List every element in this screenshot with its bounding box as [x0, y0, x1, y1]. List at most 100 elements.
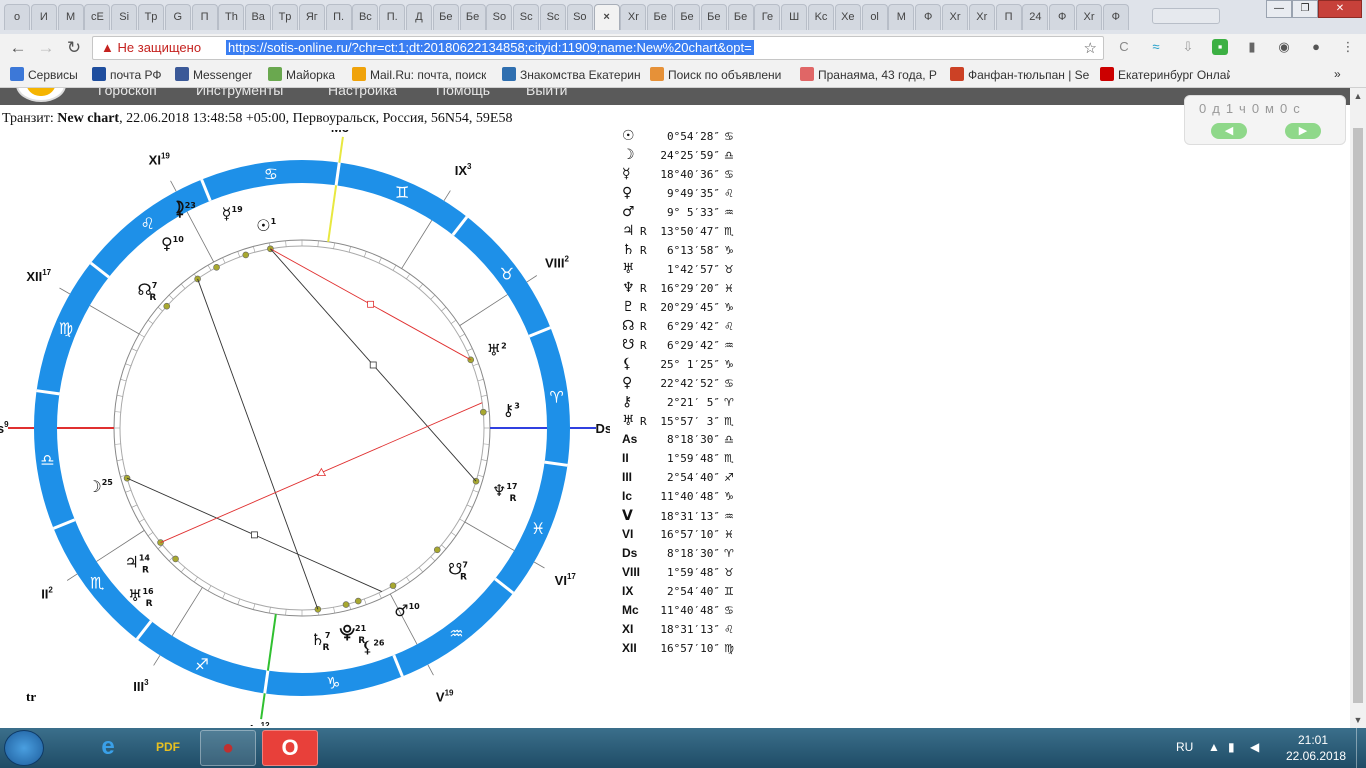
maximize-button[interactable]: ❐ — [1292, 0, 1318, 18]
back-arrow-icon[interactable]: ← — [8, 38, 28, 58]
extension-wave-icon[interactable]: ≈ — [1148, 39, 1164, 55]
tab[interactable]: Si — [111, 4, 138, 30]
menu-tools[interactable]: Инструменты — [196, 88, 283, 98]
tab[interactable]: Бе — [647, 4, 674, 30]
position-retrograde: R — [640, 301, 647, 314]
tab[interactable]: Xr — [968, 4, 995, 30]
extension-bulb-icon[interactable]: ◉ — [1276, 39, 1292, 55]
volume-icon[interactable]: ◀ — [1250, 740, 1259, 754]
bookmark-item[interactable]: Mail.Ru: почта, поиск — [352, 67, 486, 82]
bookmark-item[interactable]: Поиск по объявлени — [650, 67, 781, 82]
bookmark-item[interactable]: Знакомства Екатерин — [502, 67, 641, 82]
forward-arrow-icon[interactable]: → — [36, 38, 56, 58]
tab[interactable]: М — [57, 4, 84, 30]
tab[interactable]: So — [566, 4, 593, 30]
time-prev-button[interactable]: ◀ — [1211, 123, 1247, 139]
tab[interactable]: Бе — [674, 4, 700, 30]
menu-settings[interactable]: Настройка — [328, 88, 397, 98]
clock-date[interactable]: 22.06.2018 — [1286, 749, 1346, 763]
tab[interactable]: So — [486, 4, 513, 30]
clock-time[interactable]: 21:01 — [1298, 733, 1328, 747]
tab[interactable]: Бе — [700, 4, 727, 30]
tab[interactable]: Бе — [432, 4, 459, 30]
tab-active-close[interactable]: × — [593, 4, 620, 30]
tab[interactable]: G — [164, 4, 191, 30]
language-indicator[interactable]: RU — [1176, 740, 1193, 754]
tab[interactable]: M — [888, 4, 915, 30]
scroll-thumb[interactable] — [1353, 128, 1363, 703]
house-cusp-label: V19 — [436, 688, 454, 704]
tab[interactable]: Ш — [781, 4, 808, 30]
bookmark-item[interactable]: Екатеринбург Онлай — [1100, 67, 1230, 82]
tab[interactable]: Sc — [513, 4, 540, 30]
tab[interactable]: Бе — [727, 4, 754, 30]
tab[interactable]: Ге — [754, 4, 781, 30]
tab[interactable]: cE — [84, 4, 111, 30]
tab[interactable]: Вс — [352, 4, 379, 30]
url-text[interactable]: https://sotis-online.ru/?chr=ct:1;dt:201… — [226, 40, 754, 55]
security-indicator[interactable]: ▲ Не защищено — [101, 40, 201, 55]
scroll-up-icon[interactable]: ▲ — [1350, 88, 1366, 104]
extension-green-icon[interactable]: ▪ — [1212, 39, 1228, 55]
tab[interactable]: П — [995, 4, 1022, 30]
tab[interactable]: П. — [379, 4, 406, 30]
show-desktop-button[interactable] — [1356, 728, 1366, 768]
bookmark-item[interactable]: Майорка — [268, 67, 335, 82]
site-logo[interactable] — [16, 88, 66, 102]
tab[interactable]: Kc — [808, 4, 834, 30]
reload-icon[interactable]: ↻ — [64, 38, 84, 58]
tab[interactable]: Th — [218, 4, 245, 30]
new-tab-button[interactable] — [1152, 8, 1220, 24]
bookmark-item[interactable]: Фанфан-тюльпан | Se — [950, 67, 1089, 82]
menu-horoscope[interactable]: Гороскоп — [98, 88, 157, 98]
scroll-down-icon[interactable]: ▼ — [1350, 712, 1366, 728]
time-next-button[interactable]: ▶ — [1285, 123, 1321, 139]
menu-logout[interactable]: Выйти — [526, 88, 567, 98]
tab[interactable]: Xr — [942, 4, 968, 30]
bookmark-item[interactable]: почта РФ — [92, 67, 162, 82]
lock-icon[interactable]: ▮ — [1244, 39, 1260, 55]
extension-download-icon[interactable]: ⇩ — [1180, 39, 1196, 55]
tab[interactable]: Tp — [272, 4, 298, 30]
close-window-button[interactable]: ✕ — [1318, 0, 1362, 18]
position-degree: 8°18′30″ — [667, 433, 720, 446]
bookmark-item[interactable]: Пранаяма, 43 года, Р — [800, 67, 937, 82]
tab[interactable]: ol — [861, 4, 888, 30]
opera-icon[interactable]: O — [262, 730, 318, 766]
minimize-button[interactable]: — — [1266, 0, 1292, 18]
menu-help[interactable]: Помощь — [436, 88, 490, 98]
ie-icon[interactable]: e — [80, 730, 136, 766]
tab[interactable]: Xr — [620, 4, 647, 30]
tray-arrow-icon[interactable]: ▲ — [1208, 740, 1220, 754]
tab[interactable]: Бе — [459, 4, 486, 30]
tab[interactable]: Ва — [245, 4, 272, 30]
tab[interactable]: Xe — [834, 4, 861, 30]
tab[interactable]: И — [30, 4, 57, 30]
tab[interactable]: П. — [325, 4, 352, 30]
tab[interactable]: Д — [406, 4, 432, 30]
network-icon[interactable]: ▮ — [1228, 740, 1235, 754]
tab[interactable]: Xr — [1076, 4, 1102, 30]
tab[interactable]: 24 — [1022, 4, 1049, 30]
page-scrollbar[interactable]: ▲ ▼ — [1350, 88, 1366, 728]
bookmark-item[interactable]: Сервисы — [10, 67, 78, 82]
tab[interactable]: Ф — [1102, 4, 1129, 30]
extension-c-icon[interactable]: C — [1116, 39, 1132, 55]
pdf-icon[interactable]: PDF — [140, 730, 196, 766]
tab[interactable]: П — [191, 4, 218, 30]
tab[interactable]: Ф — [915, 4, 942, 30]
bookmark-item[interactable]: Messenger — [175, 67, 252, 82]
app-red-icon[interactable]: ● — [200, 730, 256, 766]
more-bookmarks-button[interactable]: » — [1334, 67, 1341, 81]
tab[interactable]: о — [4, 4, 30, 30]
extension-chat-icon[interactable]: ● — [1308, 39, 1324, 55]
time-step-text[interactable]: 0д1ч0м0с — [1199, 101, 1306, 116]
tab[interactable]: Sc — [540, 4, 566, 30]
menu-dots-icon[interactable]: ⋮ — [1340, 39, 1356, 55]
tab[interactable]: Яг — [298, 4, 325, 30]
bookmark-star-icon[interactable]: ☆ — [1084, 39, 1097, 57]
tab[interactable]: Ф — [1049, 4, 1076, 30]
address-bar[interactable]: ▲ Не защищено https://sotis-online.ru/?c… — [92, 36, 1104, 60]
start-button[interactable] — [4, 730, 44, 766]
tab[interactable]: Tp — [138, 4, 164, 30]
